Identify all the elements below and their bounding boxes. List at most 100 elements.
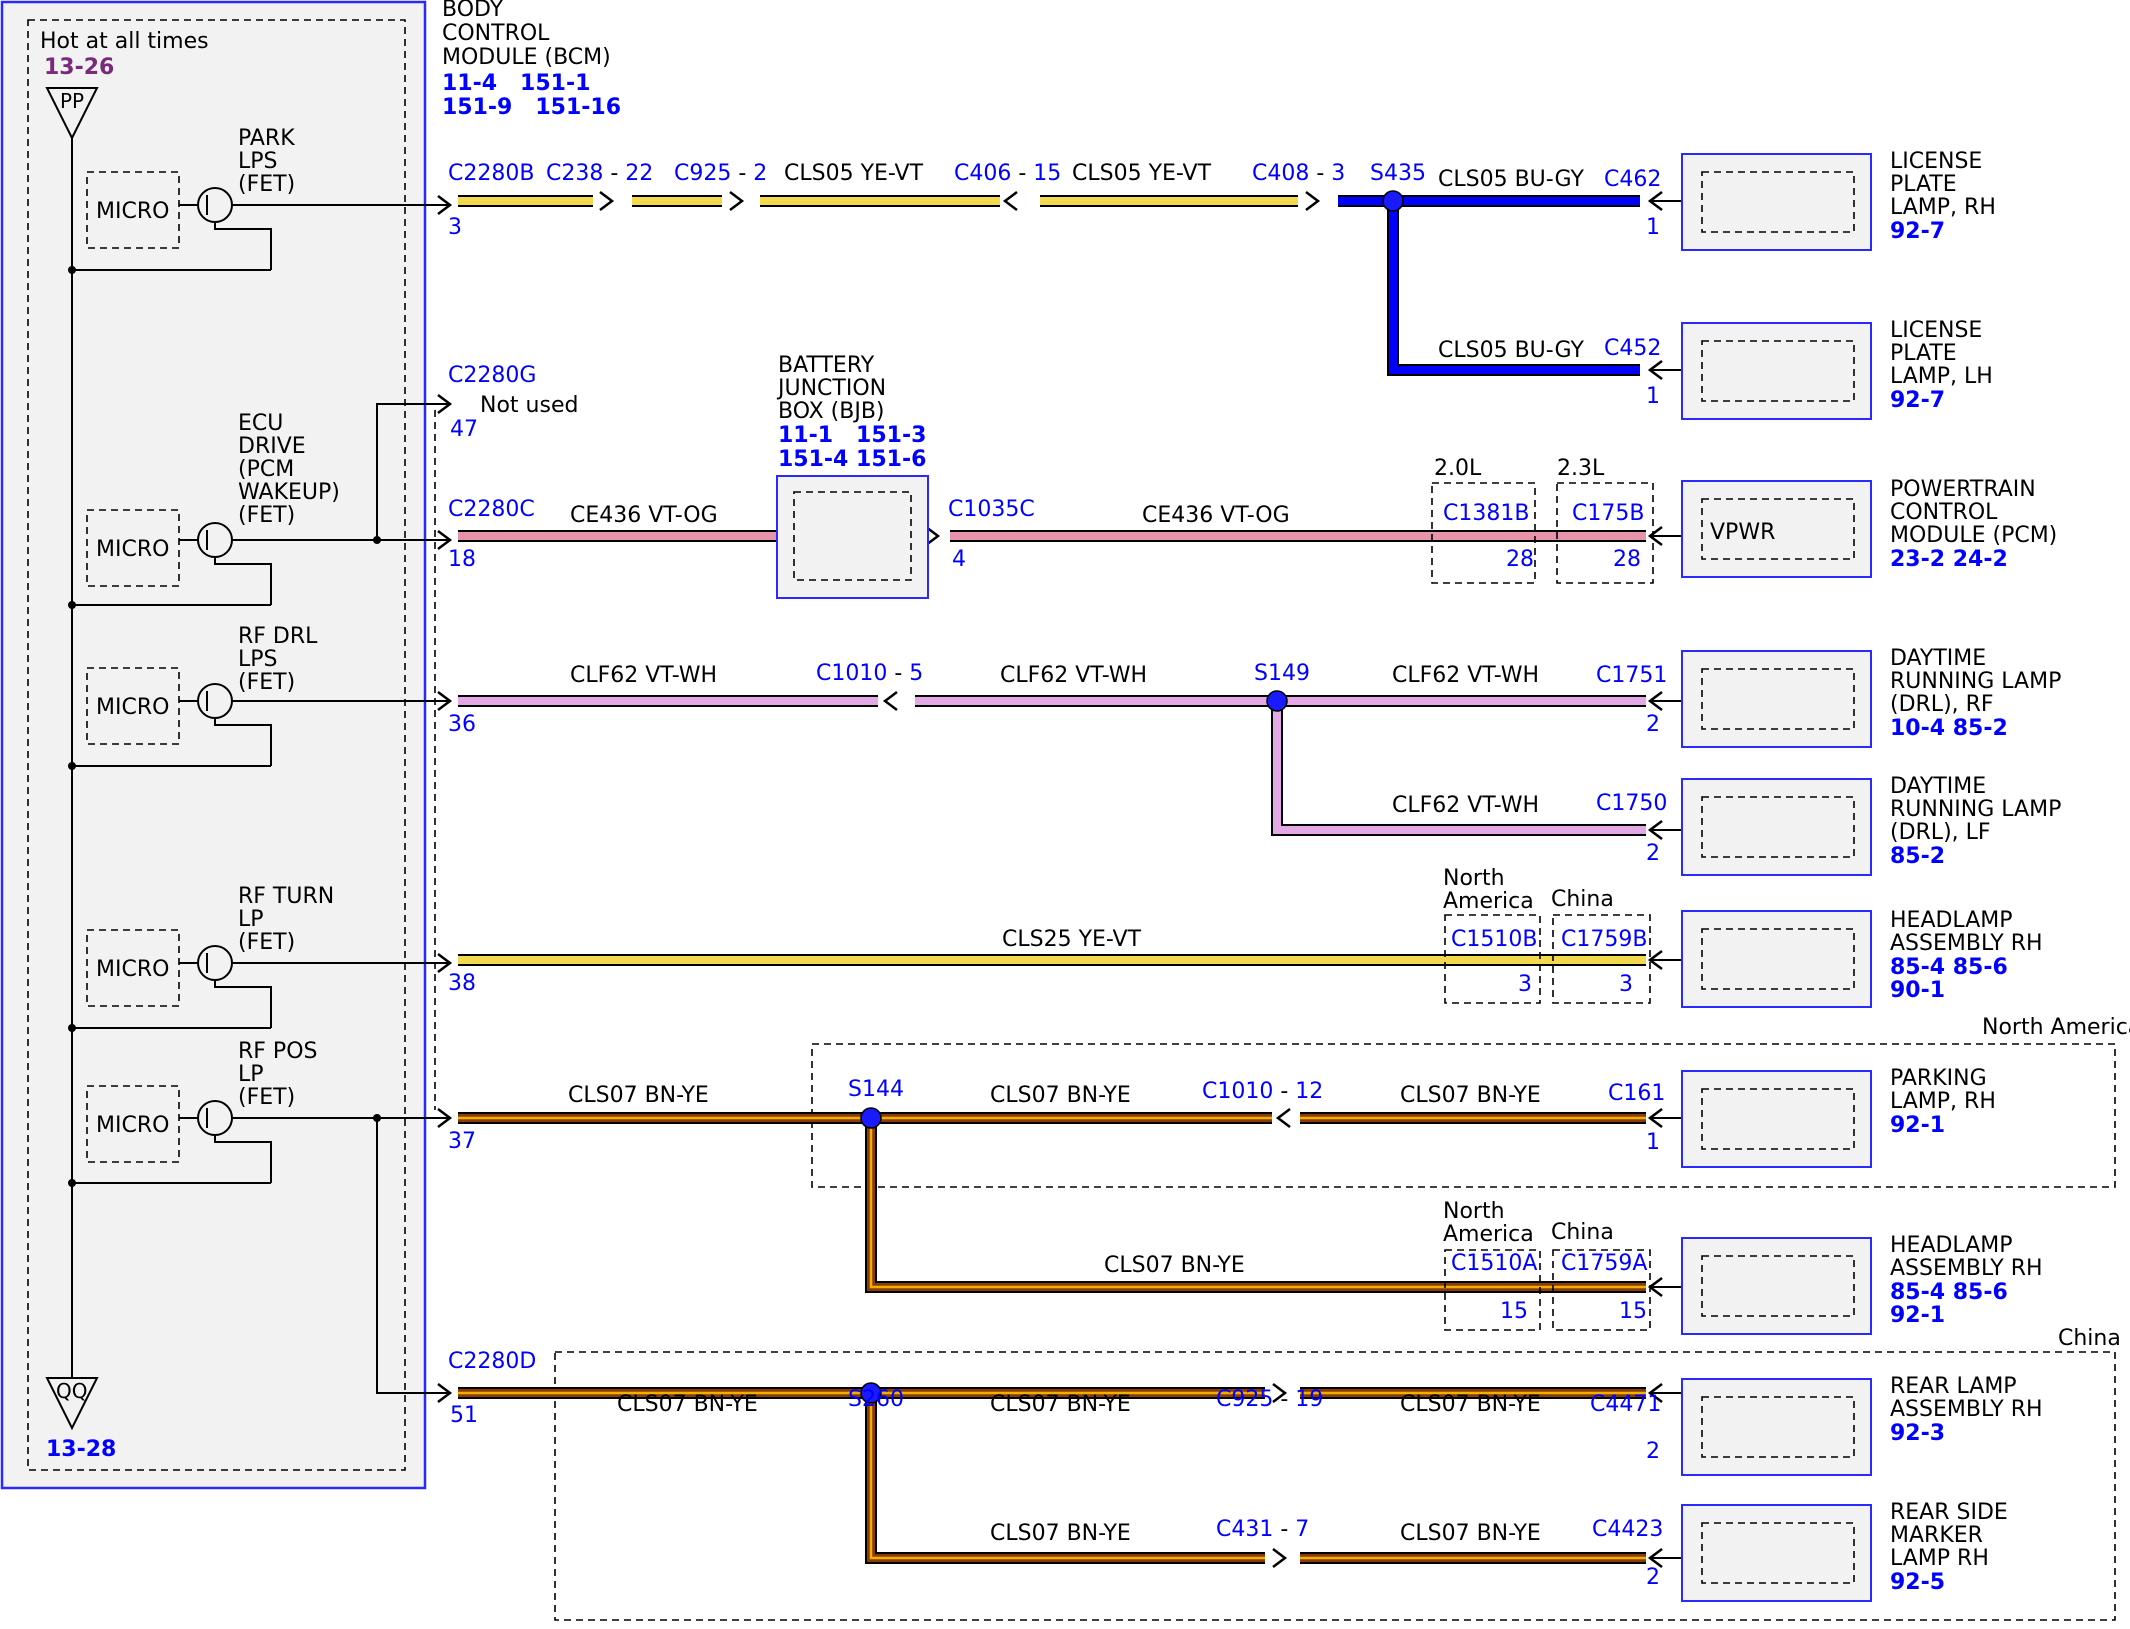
component-reference: 85-4 85-6 bbox=[1890, 1280, 2008, 1305]
connector-label: C4423 bbox=[1592, 1517, 1663, 1542]
connector-label: C238 - 22 bbox=[546, 161, 653, 186]
component-label: LICENSE bbox=[1890, 149, 1982, 174]
pin-number: 2 bbox=[1646, 841, 1660, 866]
connector-label: C1759A bbox=[1561, 1251, 1647, 1276]
north-america-option-label: North bbox=[1443, 1199, 1505, 1224]
driver-label: RF DRL bbox=[238, 624, 318, 649]
pin-number: 1 bbox=[1646, 1130, 1660, 1155]
component: LICENSEPLATELAMP, RH92-7 bbox=[1681, 149, 1996, 251]
engine-2-0l-label: 2.0L bbox=[1434, 456, 1482, 481]
arrow-left-icon bbox=[1002, 191, 1018, 211]
component-reference: 23-2 24-2 bbox=[1890, 547, 2008, 572]
component-label: PARKING bbox=[1890, 1066, 1987, 1091]
component-label: ASSEMBLY RH bbox=[1890, 931, 2043, 956]
connector-label: S144 bbox=[848, 1077, 904, 1102]
wiring-diagram-svg: Hot at all times 13-26 PP QQ 13-28 BODY … bbox=[0, 0, 2130, 1621]
wire-label: CLF62 VT-WH bbox=[1392, 793, 1539, 818]
driver-label: DRIVE bbox=[238, 434, 306, 459]
component-box bbox=[1681, 153, 1872, 251]
connector-label: C462 bbox=[1604, 167, 1661, 192]
wire-label: CLS05 BU-GY bbox=[1438, 338, 1584, 363]
connector-label: C925 - 19 bbox=[1216, 1387, 1323, 1412]
driver-label: WAKEUP) bbox=[238, 480, 340, 505]
pin-number: 1 bbox=[1646, 215, 1660, 240]
connector-label: C925 - 2 bbox=[674, 161, 767, 186]
pin-number: 2 bbox=[1646, 712, 1660, 737]
component: LICENSEPLATELAMP, LH92-7 bbox=[1681, 318, 1993, 420]
connector-label: C2280B bbox=[448, 161, 534, 186]
wire-label: CLF62 VT-WH bbox=[1392, 663, 1539, 688]
china-option-label: China bbox=[1551, 1220, 1614, 1245]
driver-label: ECU bbox=[238, 411, 283, 436]
north-america-option-label: America bbox=[1443, 1222, 1534, 1247]
arrow-right-icon bbox=[599, 191, 615, 211]
connector-label: S435 bbox=[1370, 161, 1426, 186]
wire-label: CE436 VT-OG bbox=[1142, 503, 1290, 528]
micro-label: MICRO bbox=[96, 695, 169, 720]
component-reference: 92-3 bbox=[1890, 1421, 1945, 1446]
component-reference: 85-4 85-6 bbox=[1890, 955, 2008, 980]
wire-label: CE436 VT-OG bbox=[570, 503, 718, 528]
component-inner-label: VPWR bbox=[1710, 520, 1775, 545]
component-label: DAYTIME bbox=[1890, 646, 1986, 671]
driver-label: LP bbox=[238, 1062, 264, 1087]
wire-label: CLS07 BN-YE bbox=[617, 1392, 758, 1417]
wire-label: CLS07 BN-YE bbox=[1400, 1521, 1541, 1546]
connector-label: C2280C bbox=[448, 497, 535, 522]
driver-label: (FET) bbox=[238, 172, 295, 197]
pin-number: 36 bbox=[448, 712, 476, 737]
pin-number: 4 bbox=[952, 547, 966, 572]
component: HEADLAMPASSEMBLY RH85-4 85-690-1 bbox=[1681, 908, 2043, 1008]
driver-label: RF POS bbox=[238, 1039, 317, 1064]
component-label: MARKER bbox=[1890, 1523, 1983, 1548]
connector-label: C175B bbox=[1572, 501, 1644, 526]
pin-number: 38 bbox=[448, 971, 476, 996]
connector-label: C452 bbox=[1604, 336, 1661, 361]
component-label: CONTROL bbox=[1890, 500, 1998, 525]
connector-label: C408 - 3 bbox=[1252, 161, 1345, 186]
wire-label: CLS07 BN-YE bbox=[1104, 1253, 1245, 1278]
pin-number: 3 bbox=[448, 215, 462, 240]
connector-label: C1759B bbox=[1561, 927, 1647, 952]
connector-label: C1510B bbox=[1451, 927, 1537, 952]
component-label: PLATE bbox=[1890, 341, 1957, 366]
component-box bbox=[1681, 1504, 1872, 1602]
driver-label: (PCM bbox=[238, 457, 294, 482]
driver-label: RF TURN bbox=[238, 884, 334, 909]
wire-label: CLS05 YE-VT bbox=[784, 161, 924, 186]
component-label: MODULE (PCM) bbox=[1890, 523, 2057, 548]
wire-label: CLF62 VT-WH bbox=[1000, 663, 1147, 688]
not-used-pin-number: 47 bbox=[450, 417, 478, 442]
micro-label: MICRO bbox=[96, 957, 169, 982]
driver-label: PARK bbox=[238, 126, 295, 151]
north-america-region-label: North America bbox=[1982, 1015, 2130, 1040]
component-reference: 92-1 bbox=[1890, 1113, 1945, 1138]
wire-label: CLS25 YE-VT bbox=[1002, 927, 1142, 952]
pin-number: 51 bbox=[450, 1403, 478, 1428]
components: LICENSEPLATELAMP, RH92-7 LICENSEPLATELAMP… bbox=[1681, 149, 2061, 1602]
driver-label: (FET) bbox=[238, 670, 295, 695]
pin-number: 3 bbox=[1518, 972, 1532, 997]
component-box bbox=[1681, 1070, 1872, 1168]
qq-reference: 13-28 bbox=[46, 1437, 116, 1462]
connector-label: C1750 bbox=[1596, 791, 1667, 816]
component-label: POWERTRAIN bbox=[1890, 477, 2036, 502]
component-reference: 92-5 bbox=[1890, 1570, 1945, 1595]
pin-number: 28 bbox=[1613, 547, 1641, 572]
connector-label: S149 bbox=[1254, 661, 1310, 686]
not-used-connector: C2280G bbox=[448, 363, 536, 388]
pin-number: 3 bbox=[1619, 972, 1633, 997]
connector-label: C1010 - 5 bbox=[816, 661, 923, 686]
arrow-right-icon bbox=[1272, 1548, 1288, 1568]
component-reference: 92-1 bbox=[1890, 1303, 1945, 1328]
arrow-left-icon bbox=[1275, 1108, 1291, 1128]
driver-label: (FET) bbox=[238, 503, 295, 528]
component-label: REAR LAMP bbox=[1890, 1374, 2017, 1399]
connector-label: C1510A bbox=[1451, 1251, 1537, 1276]
component-reference: 92-7 bbox=[1890, 219, 1945, 244]
component: REAR SIDEMARKERLAMP RH92-5 bbox=[1681, 1500, 2008, 1602]
component-box bbox=[1681, 1237, 1872, 1335]
connector-label: C1751 bbox=[1596, 663, 1667, 688]
wire-label: CLS07 BN-YE bbox=[1400, 1392, 1541, 1417]
not-used-pin: C2280G Not used 47 bbox=[448, 363, 578, 442]
